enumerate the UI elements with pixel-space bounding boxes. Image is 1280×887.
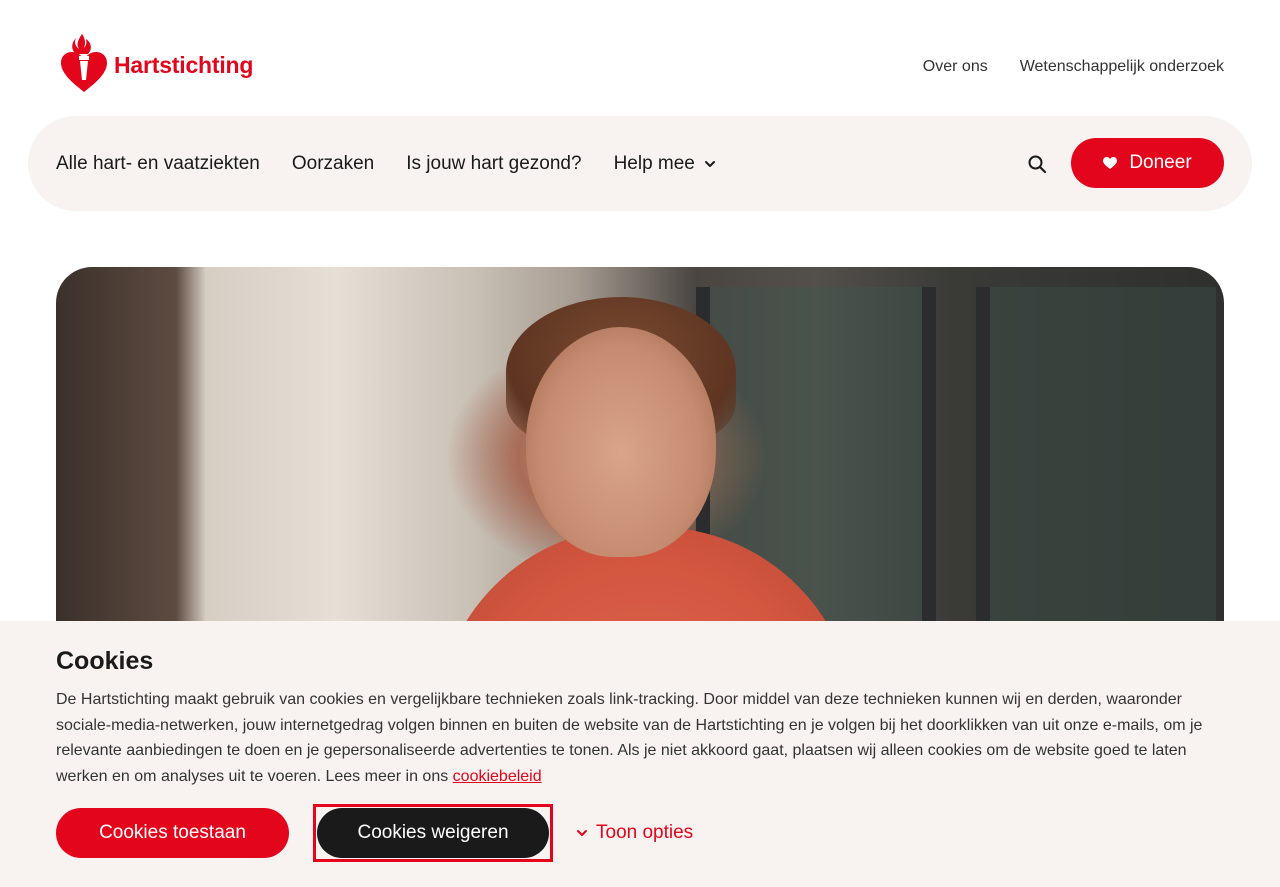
utility-nav: Over ons Wetenschappelijk onderzoek [923,58,1224,76]
chevron-down-icon [704,160,715,167]
hero-window [976,287,1216,667]
chevron-down-icon [577,830,587,836]
nav-item-label: Is jouw hart gezond? [406,152,582,174]
main-nav: Alle hart- en vaatziekten Oorzaken Is jo… [28,116,1252,211]
cookie-title: Cookies [56,647,154,675]
cookie-banner: Cookies De Hartstichting maakt gebruik v… [0,621,1280,887]
cookie-body: De Hartstichting maakt gebruik van cooki… [56,691,1203,785]
donate-label: Doneer [1129,152,1192,173]
header: Hartstichting Over ons Wetenschappelijk … [0,0,1280,116]
nav-item-label: Oorzaken [291,152,375,174]
search-button[interactable] [1023,150,1051,178]
logo-text: Hartstichting [114,51,254,78]
heart-icon [1103,156,1118,169]
donate-button[interactable]: Doneer [1071,138,1224,188]
cookie-policy-link[interactable]: cookiebeleid [453,768,542,785]
nav-item-help-mee[interactable]: Help mee [614,153,717,175]
nav-item-label: Alle hart- en vaatziekten [56,152,260,174]
show-options-label: Toon opties [596,822,694,843]
hero-face [526,327,716,557]
nav-item-hart-gezond[interactable]: Is jouw hart gezond? [406,153,581,175]
utility-link-onderzoek[interactable]: Wetenschappelijk onderzoek [1020,58,1224,76]
heart-torch-icon [61,34,107,92]
nav-item-hart-vaatziekten[interactable]: Alle hart- en vaatziekten [56,153,260,175]
nav-item-oorzaken[interactable]: Oorzaken [292,153,374,175]
search-icon [1028,155,1047,174]
cookie-text: De Hartstichting maakt gebruik van cooki… [56,687,1226,789]
utility-link-over-ons[interactable]: Over ons [923,58,988,76]
show-options-toggle[interactable]: Toon opties [576,822,693,844]
cookies-allow-button[interactable]: Cookies toestaan [56,808,289,858]
nav-item-label: Help mee [613,152,695,174]
logo-link[interactable]: Hartstichting [60,32,253,94]
cookies-deny-button[interactable]: Cookies weigeren [317,808,549,858]
page: Hartstichting Over ons Wetenschappelijk … [0,0,1280,887]
